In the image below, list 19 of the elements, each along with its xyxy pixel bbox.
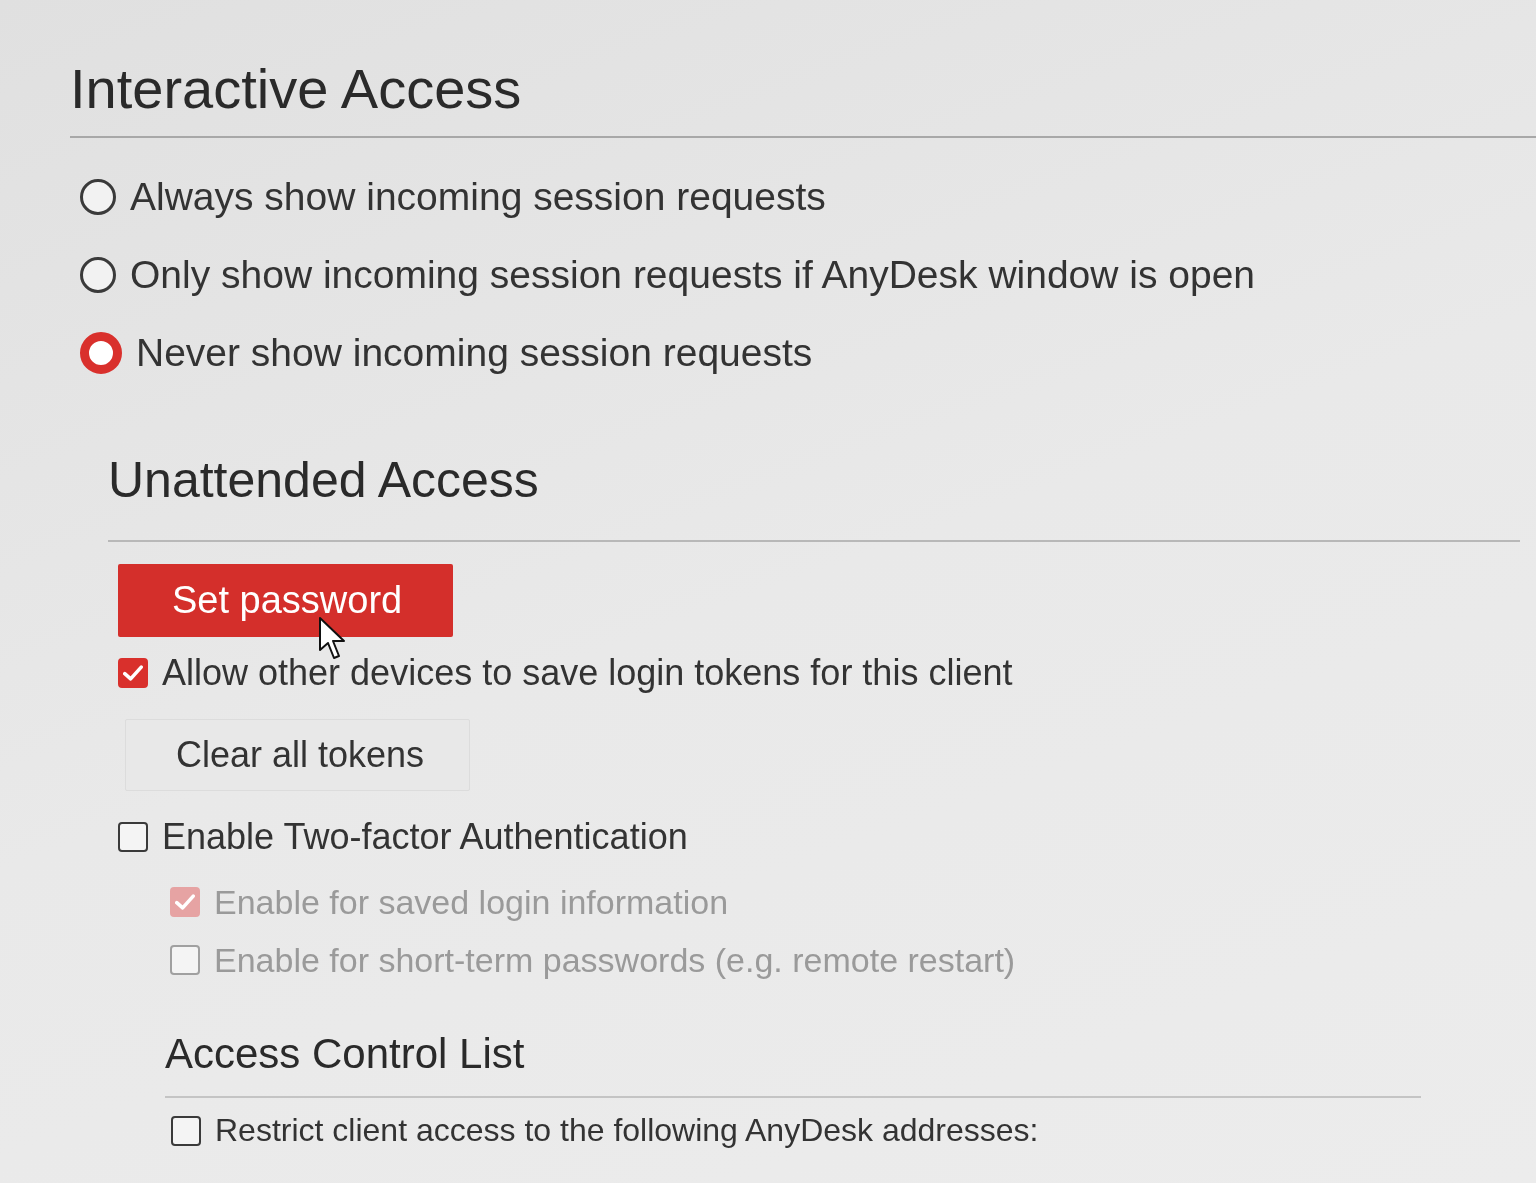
checkbox-label[interactable]: Allow other devices to save login tokens for this client xyxy=(162,652,1013,695)
radio-label[interactable]: Only show incoming session requests if AnyDesk window is open xyxy=(130,253,1256,298)
radio-label[interactable]: Always show incoming session requests xyxy=(130,175,826,220)
clear-tokens-button[interactable]: Clear all tokens xyxy=(125,719,470,792)
set-password-button[interactable]: Set password xyxy=(118,564,453,638)
section-heading: Interactive Access xyxy=(70,56,522,122)
radio-button[interactable] xyxy=(80,332,122,375)
checkmark-icon xyxy=(123,665,143,682)
checkbox-label[interactable]: Enable Two-factor Authentication xyxy=(162,816,688,859)
radio-button[interactable] xyxy=(80,257,116,294)
radio-button[interactable] xyxy=(80,179,116,216)
section-heading: Access Control List xyxy=(165,1029,525,1080)
section-heading: Unattended Access xyxy=(108,451,539,511)
checkbox-label[interactable]: Restrict client access to the following AnyDesk addresses: xyxy=(215,1112,1039,1150)
checkbox[interactable] xyxy=(118,658,148,689)
checkbox[interactable] xyxy=(171,1115,201,1146)
checkmark-icon xyxy=(175,894,195,911)
radio-label[interactable]: Never show incoming session requests xyxy=(136,331,813,376)
checkbox[interactable] xyxy=(118,822,148,853)
